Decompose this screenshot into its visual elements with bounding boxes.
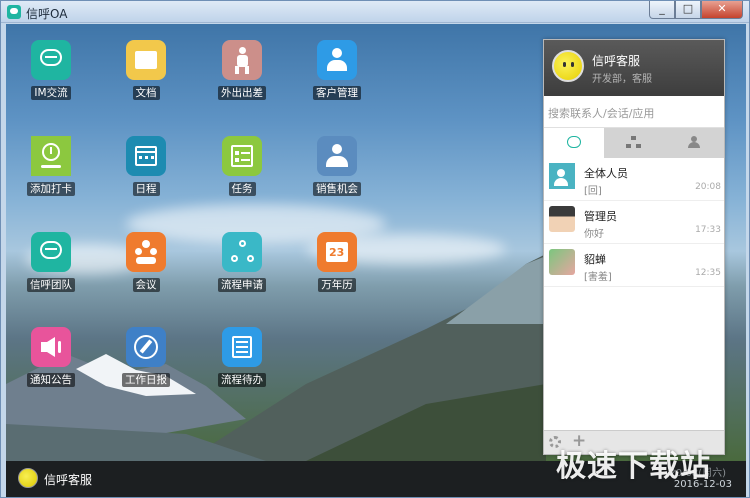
close-button[interactable]: ✕: [701, 1, 743, 19]
conversation-time: 20:08: [695, 182, 721, 192]
taskbar-avatar[interactable]: [18, 468, 38, 488]
app-workflow-request[interactable]: 流程申请: [207, 232, 277, 292]
admin-avatar: [549, 206, 575, 232]
app-label: 日程: [132, 182, 160, 196]
app-workflow-todo[interactable]: 流程待办: [207, 327, 277, 387]
app-label: 信呼团队: [27, 278, 75, 292]
conversation-time: 12:35: [695, 268, 721, 278]
app-im-chat[interactable]: IM交流: [16, 40, 86, 100]
folder-icon: [126, 40, 166, 80]
meeting-icon: [126, 232, 166, 272]
oa-window: 信呼OA _ □ ✕ IM交流 文档 外出出差 客户管理 添加打卡 日程 任务 …: [0, 0, 750, 498]
checklist-icon: [222, 136, 262, 176]
app-label: 流程待办: [218, 373, 266, 387]
panel-tabs: [544, 128, 724, 158]
team-chat-icon: [31, 232, 71, 272]
app-label: 万年历: [318, 278, 356, 292]
conversation-message: [害羞]: [584, 272, 612, 283]
app-label: 销售机会: [313, 182, 361, 196]
app-clock-in[interactable]: 添加打卡: [16, 136, 86, 196]
todo-list-icon: [222, 327, 262, 367]
contacts-icon: [687, 136, 701, 148]
clock-in-icon: [31, 136, 71, 176]
sales-icon: [317, 136, 357, 176]
conversation-item[interactable]: 全体人员 [回] 20:08: [544, 158, 724, 201]
app-sales-opportunity[interactable]: 销售机会: [302, 136, 372, 196]
maximize-button[interactable]: □: [675, 1, 701, 19]
org-chart-icon: [626, 136, 642, 148]
pencil-icon: [126, 327, 166, 367]
minimize-button[interactable]: _: [649, 1, 675, 19]
conversation-message: 你好: [584, 229, 604, 240]
watermark: 极速下载站: [556, 449, 711, 484]
app-label: IM交流: [31, 86, 71, 100]
diaochan-avatar: [549, 249, 575, 275]
im-panel: 信呼客服 开发部，客服 搜索联系人/会话/应用 全体人员 [回] 20:08 管…: [543, 39, 725, 455]
app-label: 会议: [132, 278, 160, 292]
calendar-icon: [126, 136, 166, 176]
conversation-item[interactable]: 貂蝉 [害羞] 12:35: [544, 244, 724, 287]
workflow-icon: [222, 232, 262, 272]
profile-header[interactable]: 信呼客服 开发部，客服: [544, 40, 724, 96]
app-meeting[interactable]: 会议: [111, 232, 181, 292]
customer-icon: [317, 40, 357, 80]
user-avatar[interactable]: [552, 50, 584, 82]
conversation-item[interactable]: 管理员 你好 17:33: [544, 201, 724, 244]
app-daily-report[interactable]: 工作日报: [111, 327, 181, 387]
conversation-name: 貂蝉: [584, 253, 606, 266]
group-avatar-icon: [549, 163, 575, 189]
taskbar-user-name[interactable]: 信呼客服: [44, 471, 92, 488]
search-input[interactable]: 搜索联系人/会话/应用: [544, 96, 724, 128]
window-title: 信呼OA: [26, 7, 68, 21]
app-business-trip[interactable]: 外出出差: [207, 40, 277, 100]
app-label: 外出出差: [218, 86, 266, 100]
conversation-name: 全体人员: [584, 167, 628, 180]
window-controls: _ □ ✕: [649, 1, 743, 19]
speaker-icon: [31, 327, 71, 367]
app-label: 添加打卡: [27, 182, 75, 196]
chat-tab-icon: [567, 136, 581, 148]
traveler-icon: [222, 40, 262, 80]
chat-bubble-icon: [31, 40, 71, 80]
profile-department: 开发部，客服: [592, 74, 652, 85]
app-customer-management[interactable]: 客户管理: [302, 40, 372, 100]
app-documents[interactable]: 文档: [111, 40, 181, 100]
tab-contacts[interactable]: [664, 128, 724, 158]
app-tasks[interactable]: 任务: [207, 136, 277, 196]
app-label: 通知公告: [27, 373, 75, 387]
conversation-name: 管理员: [584, 210, 617, 223]
tab-organization[interactable]: [604, 128, 664, 158]
app-label: 工作日报: [122, 373, 170, 387]
app-perpetual-calendar[interactable]: 23 万年历: [302, 232, 372, 292]
conversation-time: 17:33: [695, 225, 721, 235]
conversation-message: [回]: [584, 186, 602, 197]
app-schedule[interactable]: 日程: [111, 136, 181, 196]
app-xinhu-team[interactable]: 信呼团队: [16, 232, 86, 292]
tab-conversations[interactable]: [544, 128, 604, 158]
title-bar[interactable]: 信呼OA _ □ ✕: [1, 1, 749, 23]
app-logo-icon: [7, 5, 21, 19]
app-label: 客户管理: [313, 86, 361, 100]
app-label: 流程申请: [218, 278, 266, 292]
perpetual-calendar-icon: 23: [317, 232, 357, 272]
app-label: 文档: [132, 86, 160, 100]
profile-name: 信呼客服: [592, 54, 641, 68]
app-label: 任务: [228, 182, 256, 196]
app-announcements[interactable]: 通知公告: [16, 327, 86, 387]
